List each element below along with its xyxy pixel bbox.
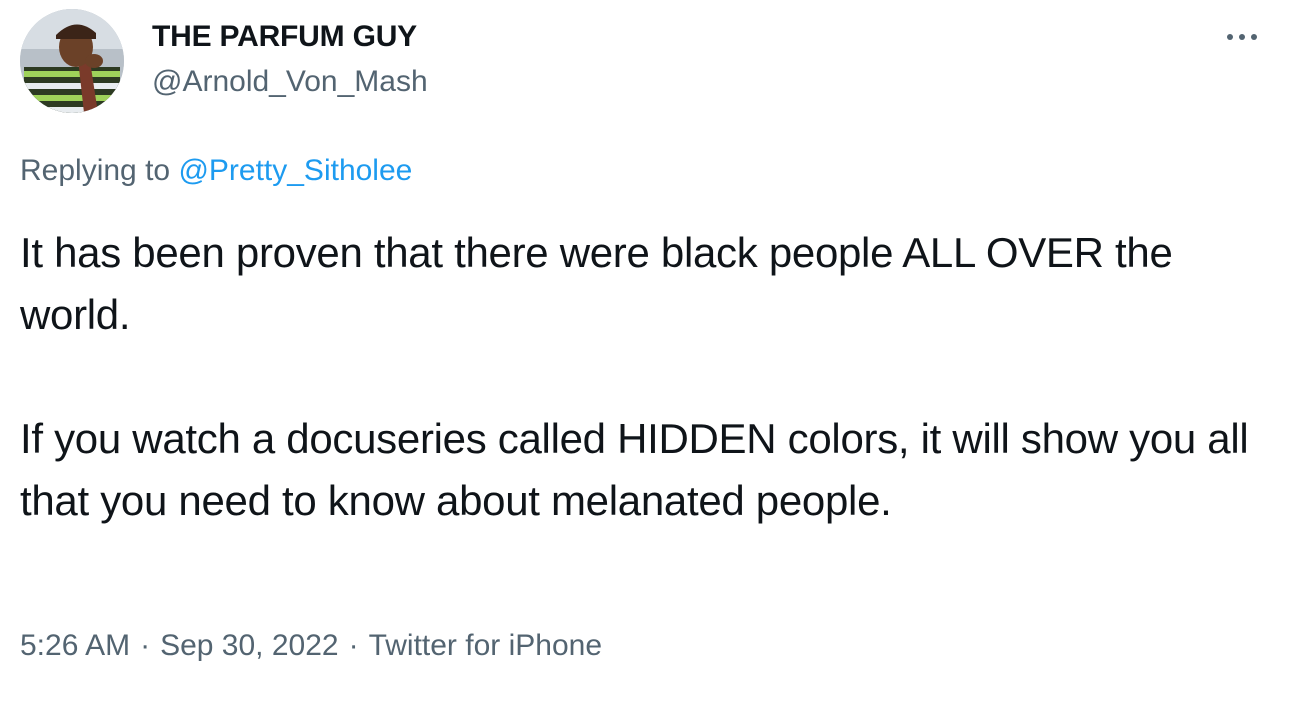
tweet-source[interactable]: Twitter for iPhone <box>369 629 602 662</box>
tweet-metadata: 5:26 AM · Sep 30, 2022 · Twitter for iPhone <box>20 627 602 665</box>
tweet: THE PARFUM GUY @Arnold_Von_Mash Replying… <box>0 0 1298 702</box>
avatar-image <box>20 9 124 113</box>
meta-separator: · <box>348 629 359 662</box>
avatar[interactable] <box>20 9 124 113</box>
replying-to-label: Replying to <box>20 154 171 187</box>
tweet-paragraph: If you watch a docuseries called HIDDEN … <box>20 415 1249 524</box>
author-handle[interactable]: @Arnold_Von_Mash <box>152 63 428 101</box>
author-display-name[interactable]: THE PARFUM GUY <box>152 18 417 56</box>
reply-mention-link[interactable]: @Pretty_Sitholee <box>178 154 412 187</box>
more-options-button[interactable] <box>1220 20 1264 54</box>
tweet-text: It has been proven that there were black… <box>20 222 1270 532</box>
tweet-time[interactable]: 5:26 AM <box>20 629 130 662</box>
meta-separator: · <box>140 629 151 662</box>
tweet-date[interactable]: Sep 30, 2022 <box>160 629 339 662</box>
replying-to: Replying to @Pretty_Sitholee <box>20 152 412 190</box>
tweet-paragraph: It has been proven that there were black… <box>20 229 1173 338</box>
more-horizontal-icon <box>1227 34 1257 40</box>
